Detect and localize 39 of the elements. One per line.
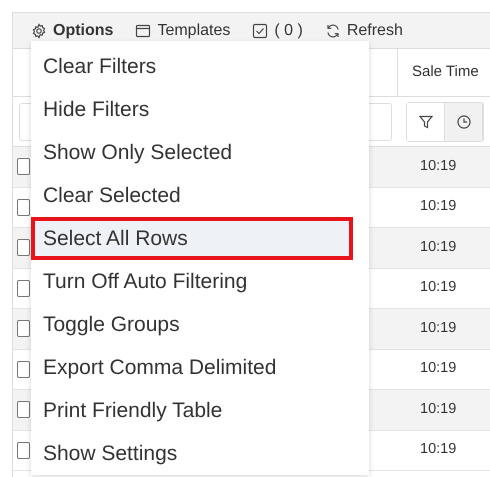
filter-button[interactable] xyxy=(407,102,445,140)
clock-button[interactable] xyxy=(445,102,483,140)
templates-button[interactable]: Templates xyxy=(135,18,230,42)
menu-item[interactable]: Show Only Selected xyxy=(31,131,369,174)
menu-item[interactable]: Clear Selected xyxy=(31,174,369,217)
gear-icon xyxy=(31,22,47,38)
table-cell-text: 10:19 xyxy=(420,197,456,216)
table-cell-text: 10:19 xyxy=(420,156,456,176)
window-icon xyxy=(135,22,152,38)
menu-item[interactable]: Export Comma Delimited xyxy=(31,346,369,389)
menu-item[interactable]: Toggle Groups xyxy=(31,303,369,346)
row-checkbox[interactable] xyxy=(17,320,30,338)
row-checkbox[interactable] xyxy=(17,401,30,418)
refresh-button[interactable]: Refresh xyxy=(324,18,403,42)
table-cell-text: 10:19 xyxy=(420,238,456,257)
menu-item[interactable]: Clear Filters xyxy=(31,45,369,88)
refresh-icon xyxy=(324,22,341,38)
menu-item[interactable]: Select All Rows xyxy=(31,217,353,260)
row-checkbox[interactable] xyxy=(17,442,30,459)
table-cell-text: 10:19 xyxy=(420,318,456,338)
options-button[interactable]: Options xyxy=(31,18,114,42)
clock-icon xyxy=(456,114,472,130)
row-checkbox[interactable] xyxy=(17,360,30,378)
menu-item[interactable]: Hide Filters xyxy=(31,88,369,131)
row-checkbox[interactable] xyxy=(17,158,30,176)
selected-button[interactable]: ( 0 ) xyxy=(252,18,303,42)
table-cell-text: 10:19 xyxy=(420,400,456,419)
table-cell-text: 10:19 xyxy=(420,440,456,460)
row-checkbox[interactable] xyxy=(17,198,30,216)
filter-icon xyxy=(418,114,434,130)
column-header[interactable]: Sale Time xyxy=(412,61,479,84)
table-cell-text: 10:19 xyxy=(420,278,456,298)
menu-item[interactable]: Turn Off Auto Filtering xyxy=(31,260,369,303)
menu-item[interactable]: Print Friendly Table xyxy=(31,389,369,432)
checkbox-icon xyxy=(252,22,268,38)
row-checkbox[interactable] xyxy=(17,239,30,256)
row-checkbox[interactable] xyxy=(17,280,30,297)
table-cell-text: 10:19 xyxy=(420,359,456,378)
menu-item[interactable]: Show Settings xyxy=(31,432,369,475)
